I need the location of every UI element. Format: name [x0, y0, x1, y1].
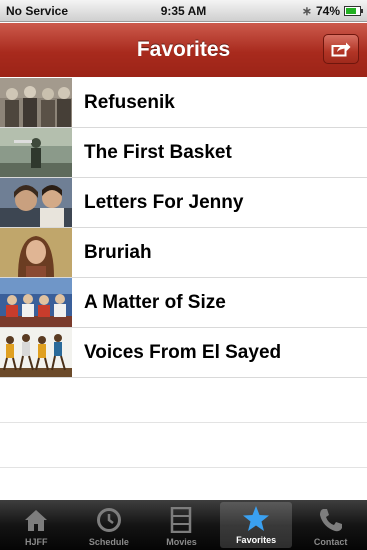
list-item[interactable]: A Matter of Size	[0, 278, 367, 328]
list-item-title: The First Basket	[84, 141, 232, 163]
page-title: Favorites	[136, 38, 231, 61]
status-bar: No Service 9:35 AM ∗ 74%	[0, 0, 367, 22]
tab-bar: HJFF Schedule Movies Favorites Contact	[0, 500, 367, 550]
tab-hjff[interactable]: HJFF	[0, 500, 73, 550]
thumb-first-basket	[0, 128, 72, 177]
list-item-title: Bruriah	[84, 241, 152, 263]
thumb-refusenik	[0, 78, 72, 127]
tab-label: Schedule	[88, 537, 129, 547]
film-icon	[166, 506, 196, 534]
tab-movies[interactable]: Movies	[145, 500, 218, 550]
thumb-matter-of-size	[0, 278, 72, 327]
battery-percent: 74%	[315, 3, 340, 18]
tab-label: Contact	[313, 537, 348, 547]
tab-contact[interactable]: Contact	[294, 500, 367, 550]
list-item[interactable]: Letters For Jenny	[0, 178, 367, 228]
thumb-voices-el-sayed	[0, 328, 72, 377]
list-item-title: Letters For Jenny	[84, 191, 244, 213]
list-item-title: Refusenik	[84, 91, 175, 113]
thumb-bruriah	[0, 228, 72, 277]
tab-favorites[interactable]: Favorites	[219, 502, 293, 548]
tab-label: HJFF	[25, 537, 48, 547]
status-right: ∗ 74%	[301, 3, 363, 18]
navigation-bar: Favorites	[0, 23, 367, 77]
star-icon	[241, 504, 271, 532]
share-icon	[331, 42, 351, 57]
list-item[interactable]: Voices From El Sayed	[0, 328, 367, 378]
share-button[interactable]	[323, 34, 359, 64]
battery-fill	[346, 7, 356, 14]
list-item-title: Voices From El Sayed	[84, 341, 282, 363]
tab-label: Favorites	[236, 535, 277, 545]
empty-list-row	[0, 378, 367, 423]
carrier-label: No Service	[6, 3, 69, 18]
list-item[interactable]: The First Basket	[0, 128, 367, 178]
list-item-title: A Matter of Size	[84, 291, 226, 313]
clock-icon	[94, 506, 124, 534]
list-item[interactable]: Bruriah	[0, 228, 367, 278]
tab-label: Movies	[166, 537, 197, 547]
phone-icon	[316, 506, 346, 534]
favorites-list: Refusenik The First Basket Letters For J…	[0, 78, 367, 513]
thumb-letters-for-jenny	[0, 178, 72, 227]
empty-list-row	[0, 423, 367, 468]
home-icon	[21, 506, 51, 534]
list-item[interactable]: Refusenik	[0, 78, 367, 128]
tab-schedule[interactable]: Schedule	[73, 500, 146, 550]
bluetooth-icon: ∗	[301, 3, 312, 18]
battery-icon	[344, 5, 363, 16]
